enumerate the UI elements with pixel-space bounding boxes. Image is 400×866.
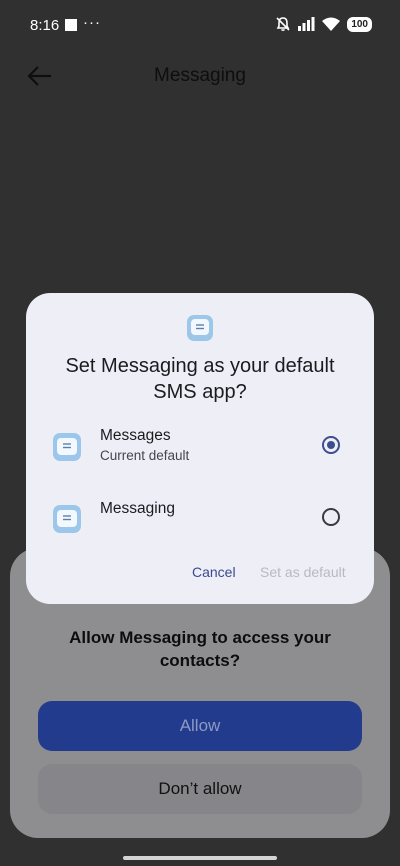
status-time: 8:16 xyxy=(30,17,60,34)
set-as-default-button[interactable]: Set as default xyxy=(260,564,346,580)
permission-title: Allow Messaging to access your contacts? xyxy=(69,628,331,670)
bell-off-icon xyxy=(276,17,290,31)
gesture-bar[interactable] xyxy=(123,856,277,860)
wifi-icon xyxy=(322,17,341,31)
dont-allow-button[interactable]: Don’t allow xyxy=(38,764,362,814)
chat-bubble-icon xyxy=(53,433,81,461)
option-subtitle: Current default xyxy=(100,448,190,463)
app-bar: Messaging xyxy=(0,52,400,100)
status-icons: 100 xyxy=(275,16,372,32)
option-messaging[interactable]: Messaging xyxy=(26,492,374,548)
app-title: Messaging xyxy=(154,65,246,86)
radio-selected[interactable] xyxy=(322,436,340,454)
option-name: Messages xyxy=(100,427,171,444)
option-name: Messaging xyxy=(100,500,175,517)
battery-icon: 100 xyxy=(347,16,372,32)
radio-unselected[interactable] xyxy=(322,508,340,526)
allow-button[interactable]: Allow xyxy=(38,701,362,751)
status-bar: 8:16 ··· 100 xyxy=(0,0,400,52)
signal-icon xyxy=(298,17,315,31)
chat-bubble-icon xyxy=(187,315,213,341)
chat-bubble-icon xyxy=(53,505,81,533)
dialog-title: Set Messaging as your default SMS app? xyxy=(65,355,335,403)
notification-square-icon xyxy=(65,19,77,31)
cancel-button[interactable]: Cancel xyxy=(192,564,236,580)
default-sms-dialog: Set Messaging as your default SMS app? M… xyxy=(26,293,374,604)
status-overflow: ··· xyxy=(83,14,101,31)
option-messages[interactable]: Messages Current default xyxy=(26,420,374,476)
